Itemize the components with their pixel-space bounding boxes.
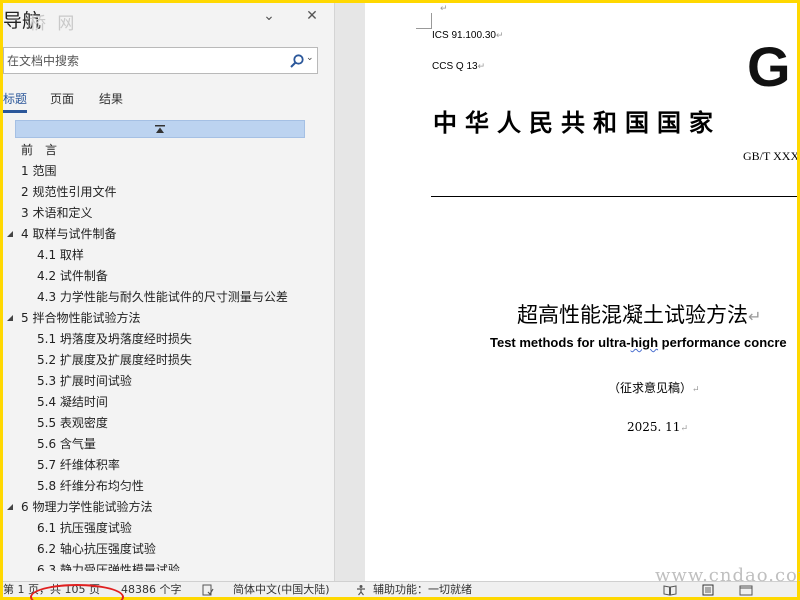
- pane-options-button[interactable]: ⌄: [259, 6, 279, 26]
- heading-item[interactable]: 4.1 取样: [37, 245, 84, 265]
- chevron-down-icon: ⌄: [263, 8, 275, 24]
- doc-date: 2025. 11↵: [627, 420, 688, 434]
- collapse-arrow-icon[interactable]: [6, 503, 14, 511]
- doc-title-en-part: performance concre: [658, 335, 787, 350]
- heading-item[interactable]: 5.2 扩展度及扩展度经时损失: [37, 350, 192, 370]
- doc-title-cn-text: 超高性能混凝土试验方法: [517, 303, 748, 327]
- heading-item[interactable]: 4.3 力学性能与耐久性能试件的尺寸测量与公差: [37, 287, 288, 307]
- collapse-up-icon: [155, 125, 165, 133]
- heading-item[interactable]: 5.1 坍落度及坍落度经时损失: [37, 329, 192, 349]
- word-window: 导航 桥 网 ⌄ ✕ ⌄ 标题 页面 结果 前 言1 范围2: [3, 3, 797, 597]
- header-rule: [431, 196, 797, 197]
- heading-item[interactable]: 1 范围: [21, 161, 56, 181]
- search-box: ⌄: [3, 47, 318, 74]
- proofing-icon[interactable]: [202, 584, 214, 596]
- paragraph-mark: ↵: [440, 4, 448, 14]
- document-page[interactable]: ↵ ICS 91.100.30↵ CCS Q 13↵ G 中华人民共和国国家 G…: [365, 3, 797, 581]
- doc-title-en: Test methods for ultra-high performance …: [490, 335, 787, 350]
- heading-tree: 前 言1 范围 2 规范性引用文件 3 术语和定义 4 取样与试件制备 4.1 取样 4.…: [3, 136, 335, 571]
- close-pane-button[interactable]: ✕: [302, 6, 322, 26]
- heading-item[interactable]: 6 物理力学性能试验方法: [21, 497, 152, 517]
- crop-mark: [416, 13, 432, 29]
- heading-item[interactable]: 5.3 扩展时间试验: [37, 371, 132, 391]
- search-icon[interactable]: [289, 53, 305, 69]
- standard-number: GB/T XXX: [743, 149, 797, 163]
- heading-item[interactable]: 5.7 纤维体积率: [37, 455, 120, 475]
- doc-title-cn: 超高性能混凝土试验方法↵: [517, 299, 761, 329]
- collapse-arrow-icon[interactable]: [6, 314, 14, 322]
- gb-logo-text: G: [747, 38, 791, 92]
- heading-item[interactable]: 2 规范性引用文件: [21, 182, 116, 202]
- heading-item[interactable]: 4.2 试件制备: [37, 266, 108, 286]
- paragraph-mark: ↵: [477, 61, 486, 71]
- heading-item[interactable]: 6.1 抗压强度试验: [37, 518, 132, 538]
- draft-label: （征求意见稿）↵: [608, 379, 700, 396]
- collapse-arrow-icon[interactable]: [6, 230, 14, 238]
- draft-label-text: （征求意见稿）: [608, 381, 693, 395]
- heading-item[interactable]: 5.4 凝结时间: [37, 392, 108, 412]
- watermark-top-left: 桥 网: [29, 14, 78, 34]
- paragraph-mark: ↵: [692, 385, 700, 395]
- search-input[interactable]: [7, 48, 282, 73]
- ics-code-text: ICS 91.100.30: [432, 30, 496, 41]
- doc-title-en-spellcheck: high: [630, 335, 659, 350]
- heading-item[interactable]: 6.2 轴心抗压强度试验: [37, 539, 156, 559]
- heading-item[interactable]: 6.3 静力受压弹性模量试验: [37, 560, 180, 571]
- heading-item[interactable]: 5 拌合物性能试验方法: [21, 308, 140, 328]
- paragraph-mark: ↵: [495, 30, 504, 40]
- word-count[interactable]: 48386 个字: [121, 583, 182, 597]
- paragraph-mark: ↵: [748, 307, 762, 326]
- ics-code: ICS 91.100.30↵: [432, 30, 503, 41]
- tab-headings[interactable]: 标题: [3, 91, 28, 113]
- tab-pages[interactable]: 页面: [50, 91, 74, 113]
- heading-item[interactable]: 5.8 纤维分布均匀性: [37, 476, 144, 496]
- heading-item[interactable]: 5.6 含气量: [37, 434, 96, 454]
- close-icon: ✕: [306, 8, 318, 24]
- navigation-pane: 导航 桥 网 ⌄ ✕ ⌄ 标题 页面 结果 前 言1 范围2: [3, 3, 335, 581]
- gb-logo: G: [747, 38, 791, 92]
- paragraph-mark: ↵: [680, 424, 688, 434]
- doc-title-en-part: Test methods for ultra-: [490, 335, 631, 350]
- ccs-code-text: CCS Q 13: [432, 61, 478, 72]
- heading-item[interactable]: 3 术语和定义: [21, 203, 92, 223]
- ccs-code: CCS Q 13↵: [432, 61, 485, 72]
- accessibility-status[interactable]: 辅助功能：一切就绪: [373, 583, 472, 597]
- heading-item[interactable]: 5.5 表观密度: [37, 413, 108, 433]
- language-indicator[interactable]: 简体中文(中国大陆): [233, 583, 330, 597]
- org-title: 中华人民共和国国家: [433, 108, 721, 137]
- doc-date-text: 2025. 11: [627, 420, 681, 434]
- watermark-bottom-right: www.cndao.com: [655, 565, 800, 586]
- heading-item[interactable]: 4 取样与试件制备: [21, 224, 116, 244]
- search-options-icon[interactable]: ⌄: [306, 53, 314, 63]
- heading-item[interactable]: 前 言: [21, 140, 57, 160]
- tab-results[interactable]: 结果: [99, 91, 123, 113]
- accessibility-icon[interactable]: [355, 584, 367, 596]
